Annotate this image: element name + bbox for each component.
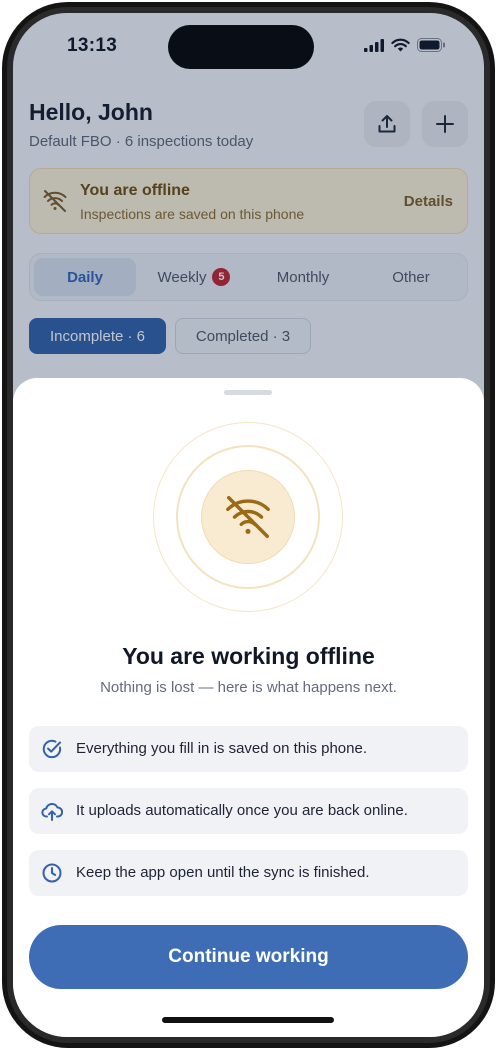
sheet-subtitle: Nothing is lost — here is what happens n… [100,679,397,696]
clock-icon [42,863,62,883]
list-item-text: It uploads automatically once you are ba… [76,802,408,819]
check-circle-icon [42,739,62,759]
list-item-text: Everything you fill in is saved on this … [76,740,367,757]
cloud-upload-icon [41,802,63,821]
list-item-text: Keep the app open until the sync is fini… [76,864,370,881]
home-indicator [162,1017,334,1023]
continue-working-button[interactable]: Continue working [29,925,468,989]
list-item: Everything you fill in is saved on this … [29,726,468,772]
offline-illustration [153,422,343,612]
sheet-title: You are working offline [122,643,375,669]
sheet-grabber[interactable] [224,390,272,395]
list-item: Keep the app open until the sync is fini… [29,850,468,896]
wifi-off-icon [226,496,270,538]
offline-bottom-sheet: You are working offline Nothing is lost … [13,378,484,1037]
screen: 13:13 Hello, John Default FBO · 6 inspec… [13,13,484,1037]
list-item: It uploads automatically once you are ba… [29,788,468,834]
offline-info-list: Everything you fill in is saved on this … [29,726,468,912]
